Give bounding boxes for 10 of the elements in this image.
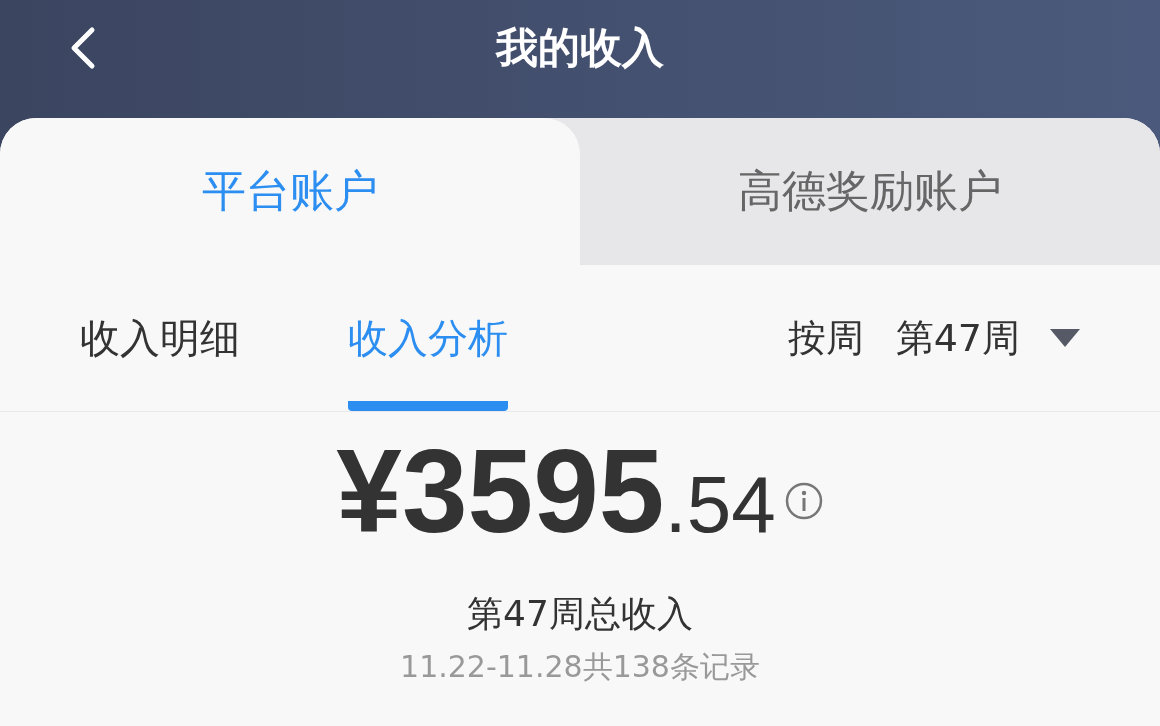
period-mode[interactable]: 按周 [787,312,864,364]
amount-decimal: .54 [664,459,776,551]
page-title: 我的收入 [496,22,664,74]
total-amount: ¥3595 [336,424,665,559]
sub-tab[interactable]: 收入明细 [80,265,240,411]
week-selector[interactable]: 第47周 [895,312,1020,364]
info-icon[interactable] [783,481,824,521]
record-range: 11.22-11.28共138条记录 [400,648,760,686]
total-label: 第47周总收入 [467,592,693,636]
dropdown-icon[interactable] [1050,329,1080,347]
